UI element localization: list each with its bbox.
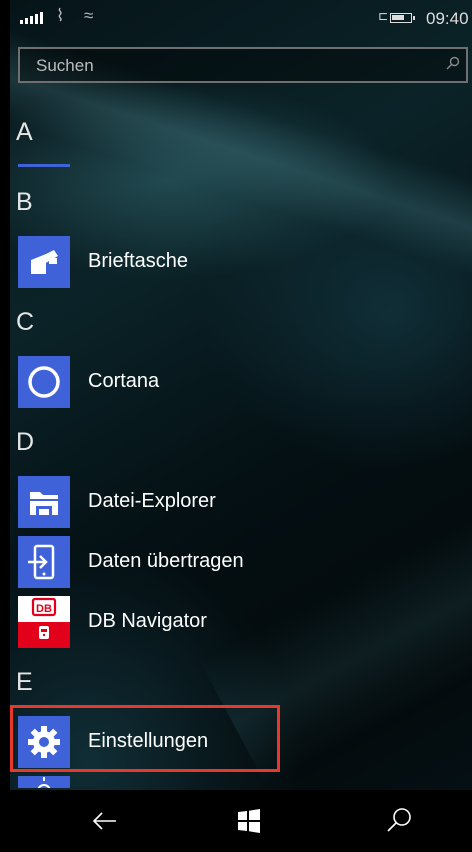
- windows-logo-icon[interactable]: [226, 798, 272, 844]
- app-item-daten-uebertragen[interactable]: Daten übertragen: [18, 536, 458, 592]
- app-label: Daten übertragen: [88, 550, 244, 572]
- status-bar: ⌇ ≈ ⊏ 09:40: [10, 0, 472, 36]
- next-app-tile-partial[interactable]: [18, 776, 70, 788]
- app-item-cortana[interactable]: Cortana: [18, 356, 458, 412]
- app-label: Cortana: [88, 370, 160, 392]
- app-item-datei-explorer[interactable]: Datei-Explorer: [18, 476, 458, 532]
- clock-time: 09:40: [426, 9, 469, 28]
- search-icon[interactable]: [376, 798, 422, 844]
- app-label: DB Navigator: [88, 610, 207, 632]
- file-explorer-icon: [18, 476, 70, 528]
- search-icon[interactable]: [446, 56, 460, 70]
- back-arrow-icon[interactable]: [82, 798, 128, 844]
- section-a-underline: [18, 164, 70, 167]
- section-header-d[interactable]: D: [16, 428, 34, 457]
- charging-plug-icon: ⊏: [378, 9, 389, 23]
- cortana-icon: [18, 356, 70, 408]
- transfer-data-icon: [18, 536, 70, 588]
- app-label: Brieftasche: [88, 250, 189, 272]
- db-navigator-icon: DB: [18, 596, 70, 648]
- start-screen-app-list: ⌇ ≈ ⊏ 09:40 Suchen A B Brieftasche C Cor…: [10, 0, 472, 852]
- app-item-brieftasche[interactable]: Brieftasche: [18, 236, 458, 292]
- wallet-icon: [18, 236, 70, 288]
- app-item-db-navigator[interactable]: DB DB Navigator: [18, 596, 458, 652]
- battery-icon: [390, 13, 415, 23]
- highlight-box: [10, 705, 280, 772]
- section-header-e[interactable]: E: [16, 668, 33, 697]
- navigation-bar: [10, 790, 472, 852]
- section-header-a[interactable]: A: [16, 118, 33, 147]
- db-logo-text: DB: [36, 603, 52, 615]
- section-header-b[interactable]: B: [16, 188, 33, 217]
- section-header-c[interactable]: C: [16, 308, 34, 337]
- search-box[interactable]: Suchen: [18, 47, 468, 83]
- signal-strength-icon: [20, 12, 43, 24]
- search-placeholder: Suchen: [36, 56, 94, 75]
- wifi-icon: ⌇: [56, 6, 65, 25]
- app-label: Datei-Explorer: [88, 490, 216, 512]
- data-sync-icon: ≈: [84, 6, 94, 25]
